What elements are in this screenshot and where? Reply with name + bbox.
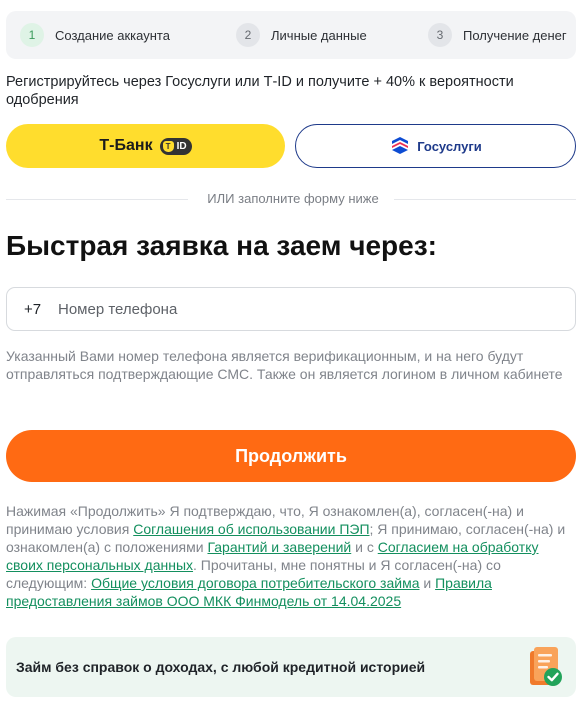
gosuslugi-button-label: Госуслуги: [417, 138, 482, 154]
terms-text-5: и: [419, 575, 436, 591]
terms-text-3: и с: [351, 539, 378, 555]
guarantees-link[interactable]: Гарантий и заверений: [207, 539, 351, 555]
form-title: Быстрая заявка на заем через:: [6, 230, 437, 261]
phone-field[interactable]: +7: [6, 287, 576, 331]
tbank-shield-icon: T: [162, 140, 174, 152]
phone-hint: Указанный Вами номер телефона является в…: [6, 348, 563, 382]
approved-document-icon: [530, 647, 562, 686]
promo-banner: Займ без справок о доходах, с любой кред…: [6, 637, 576, 697]
tbank-id-button[interactable]: Т-Банк T ID: [6, 124, 285, 168]
step-3: 3 Получение денег: [428, 23, 567, 47]
step-3-label: Получение денег: [463, 27, 567, 43]
phone-input[interactable]: [58, 300, 538, 318]
phone-prefix: +7: [24, 300, 42, 318]
pep-agreement-link[interactable]: Соглашения об использовании ПЭП: [133, 521, 369, 537]
divider-text: ИЛИ заполните форму ниже: [207, 191, 379, 206]
gosuslugi-logo-icon: [392, 137, 409, 154]
step-2-number: 2: [236, 23, 260, 47]
step-1-number: 1: [20, 23, 44, 47]
tbank-button-label: Т-Банк: [99, 137, 153, 154]
step-2: 2 Личные данные: [236, 23, 367, 47]
continue-button[interactable]: Продолжить: [6, 430, 576, 482]
step-1-label: Создание аккаунта: [55, 27, 170, 43]
continue-button-label: Продолжить: [235, 445, 347, 466]
step-2-label: Личные данные: [271, 27, 367, 43]
terms-text: Нажимая «Продолжить» Я подтверждаю, что,…: [6, 502, 576, 610]
promo-text: Займ без справок о доходах, с любой кред…: [16, 659, 426, 675]
step-3-number: 3: [428, 23, 452, 47]
step-1: 1 Создание аккаунта: [20, 23, 170, 47]
steps-indicator: 1 Создание аккаунта 2 Личные данные 3 По…: [6, 11, 576, 59]
intro-text: Регистрируйтесь через Госуслуги или Т-ID…: [6, 74, 514, 108]
tid-badge-label: ID: [176, 140, 187, 152]
tid-badge: T ID: [159, 137, 192, 155]
gosuslugi-button[interactable]: Госуслуги: [295, 124, 576, 168]
loan-agreement-terms-link[interactable]: Общие условия договора потребительского …: [91, 575, 419, 591]
